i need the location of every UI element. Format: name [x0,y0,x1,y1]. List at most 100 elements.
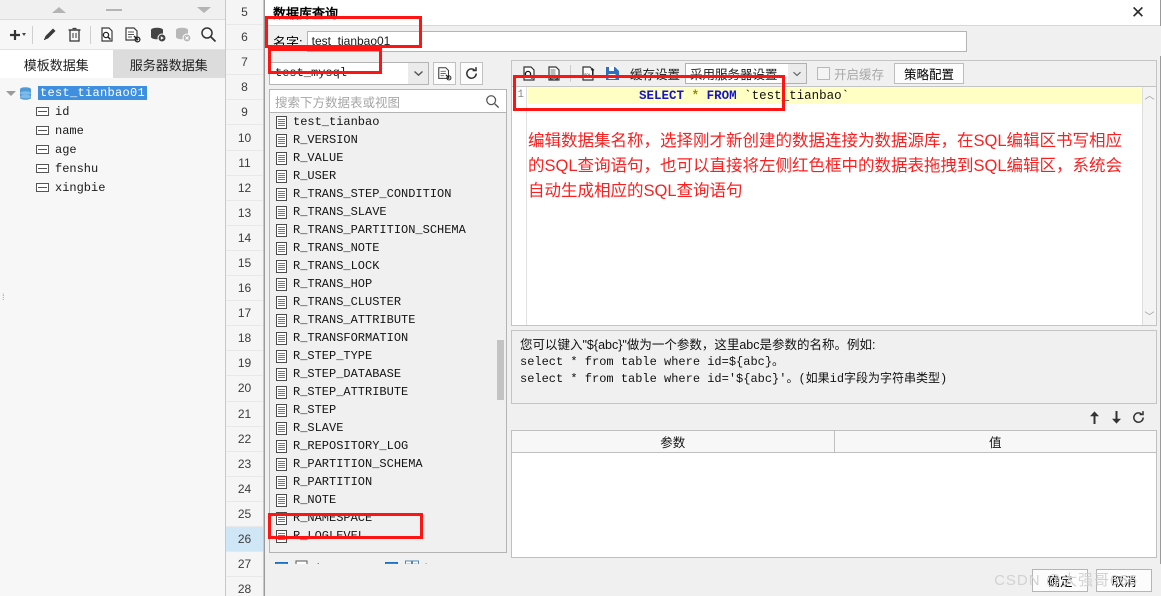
row-number[interactable]: 8 [226,75,263,101]
value-column-header: 值 [988,436,1002,450]
table-list-item[interactable]: R_STEP_DATABASE [270,365,506,383]
row-number[interactable]: 25 [226,502,263,527]
table-list-item[interactable]: R_STEP [270,401,506,419]
tree-field-name[interactable]: name [0,121,225,140]
table-list-item[interactable]: R_STEP_TYPE [270,347,506,365]
table-list-item[interactable]: R_USER [270,167,506,185]
table-list-item[interactable]: R_TRANS_SLAVE [270,203,506,221]
save-sql-icon[interactable] [600,62,625,86]
table-list-item[interactable]: R_NOTE [270,491,506,509]
move-down-icon[interactable] [1105,406,1127,428]
table-name: R_STEP_ATTRIBUTE [293,385,409,399]
table-list-item[interactable]: R_TRANS_HOP [270,275,506,293]
tree-root-row[interactable]: test_tianbao01 [0,84,225,102]
table-list-item[interactable]: R_LOGLEVEL [270,527,506,545]
row-number[interactable]: 19 [226,351,263,377]
table-list-item[interactable]: R_SLAVE [270,419,506,437]
add-icon[interactable] [4,22,29,48]
row-number[interactable]: 13 [226,201,263,226]
row-number[interactable]: 15 [226,251,263,277]
table-list-item[interactable]: R_TRANS_LOCK [270,257,506,275]
chevron-down-icon[interactable] [408,62,428,84]
sql-doc-icon[interactable]: SQL [541,62,566,86]
scroll-up-icon[interactable]: ︿ [1143,87,1156,102]
table-list-item[interactable]: R_NAMESPACE [270,509,506,527]
table-list-item[interactable]: R_TRANS_ATTRIBUTE [270,311,506,329]
table-list-item[interactable]: R_REPOSITORY_LOG [270,437,506,455]
row-number[interactable]: 6 [226,25,263,51]
table-list-item[interactable]: R_TRANS_CLUSTER [270,293,506,311]
chevron-down-icon[interactable] [788,64,807,83]
tree-field-fenshu[interactable]: fenshu [0,159,225,178]
delete-icon[interactable] [62,22,87,48]
row-number[interactable]: 22 [226,427,263,452]
search-icon[interactable] [485,94,500,112]
sidebar-splitter[interactable] [0,0,225,20]
table-list-item[interactable]: R_VALUE [270,149,506,167]
sql-editor-scrollbar[interactable]: ︿ ﹀ [1142,87,1156,325]
row-number[interactable]: 11 [226,151,263,176]
edit-connection-icon[interactable] [433,61,456,85]
row-number[interactable]: 26 [226,526,263,553]
db-connection-select[interactable]: test_mysql [269,61,429,85]
table-list-item[interactable]: R_PARTITION_SCHEMA [270,455,506,473]
cache-mode-select[interactable]: 采用服务器设置 [685,63,808,84]
parameter-table[interactable]: 参数 值 [511,430,1157,558]
table-list-item[interactable]: R_TRANSFORMATION [270,329,506,347]
row-number[interactable]: 21 [226,402,263,427]
search-icon[interactable] [196,22,221,48]
row-number[interactable]: 10 [226,125,263,151]
refresh-icon[interactable] [460,61,483,85]
chevron-down-icon[interactable] [4,90,18,96]
table-list-item[interactable]: R_TRANS_STEP_CONDITION [270,185,506,203]
row-number[interactable]: 14 [226,226,263,251]
row-number[interactable]: 9 [226,100,263,126]
table-list-item[interactable]: R_STEP_ATTRIBUTE [270,383,506,401]
close-icon[interactable]: ✕ [1116,0,1160,26]
row-number[interactable]: 24 [226,477,263,502]
preview-icon[interactable] [94,22,119,48]
scrollbar-thumb[interactable] [497,340,504,400]
move-up-icon[interactable] [1083,406,1105,428]
tab-server-dataset[interactable]: 服务器数据集 [112,50,225,78]
row-number[interactable]: 5 [226,0,263,26]
sql-sort-icon[interactable]: SQL [575,62,600,86]
edit-dataset-icon[interactable] [119,22,144,48]
row-number[interactable]: 27 [226,552,263,578]
cancel-button[interactable]: 取消 [1096,568,1152,592]
tree-field-id[interactable]: id [0,102,225,121]
table-list-item[interactable]: R_TRANS_PARTITION_SCHEMA [270,221,506,239]
row-number[interactable]: 23 [226,452,263,477]
policy-config-button[interactable]: 策略配置 [894,63,965,84]
row-number[interactable]: 17 [226,301,263,327]
table-list-item[interactable]: R_VERSION [270,131,506,149]
edit-icon[interactable] [36,22,61,48]
table-list-item[interactable]: R_PARTITION [270,473,506,491]
preview-sql-icon[interactable] [516,62,541,86]
table-list[interactable]: test_tianbao R_VERSION R_VALUE R_USER R_TRAN… [269,113,507,553]
tree-field-age[interactable]: age [0,140,225,159]
tree-field-xingbie[interactable]: xingbie [0,178,225,197]
row-number[interactable]: 16 [226,276,263,302]
scroll-down-icon[interactable]: ﹀ [1143,308,1156,323]
enable-cache-checkbox[interactable] [817,67,831,80]
server-dataset-icon[interactable] [145,22,170,48]
tab-template-dataset[interactable]: 模板数据集 [0,50,113,78]
refresh-params-icon[interactable] [1127,406,1149,428]
splitter-grip[interactable] [106,9,122,11]
table-list-item[interactable]: R_TRANS_NOTE [270,239,506,257]
collapse-up-icon[interactable] [52,7,66,13]
table-list-scrollbar[interactable] [496,114,505,551]
gutter-grip[interactable]: ⁞ [2,292,5,302]
row-number[interactable]: 12 [226,176,263,201]
row-number[interactable]: 7 [226,50,263,76]
sql-editor[interactable]: 1 SELECT * FROM `test_tianbao` 编辑数据集名称，选… [511,86,1157,326]
ok-button[interactable]: 确定 [1032,568,1088,592]
dataset-name-input[interactable]: test_tianbao01 [306,30,967,52]
row-number[interactable]: 18 [226,326,263,352]
table-search-input[interactable]: 搜索下方数据表或视图 [269,89,507,113]
row-number[interactable]: 28 [226,577,263,596]
table-list-item-selected[interactable]: test_tianbao [270,113,506,131]
row-number[interactable]: 20 [226,376,263,402]
collapse-down-icon[interactable] [197,7,211,13]
